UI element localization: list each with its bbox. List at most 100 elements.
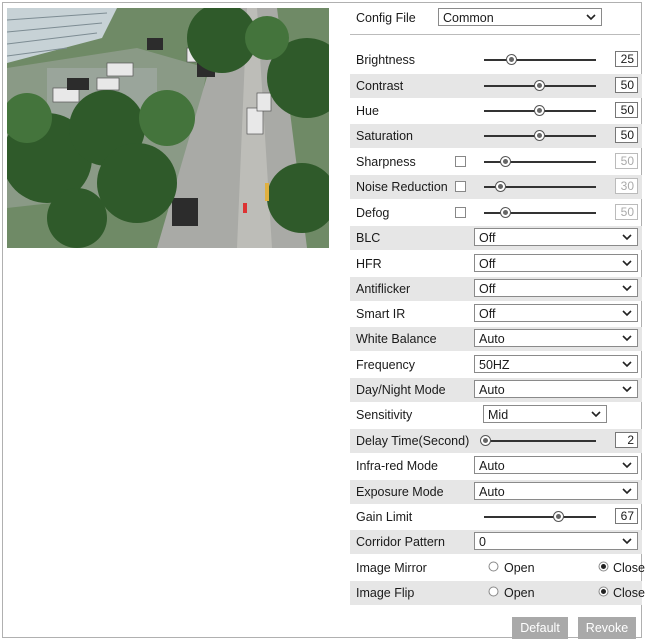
image-flip-open-label: Open xyxy=(504,586,535,600)
smart-ir-row: Smart IR Off xyxy=(350,302,642,326)
gain-limit-slider[interactable] xyxy=(484,511,596,522)
noise-reduction-slider-handle[interactable] xyxy=(494,181,506,192)
defog-checkbox[interactable] xyxy=(455,207,466,218)
defog-value[interactable]: 50 xyxy=(615,204,638,220)
hfr-select[interactable]: Off xyxy=(474,254,638,272)
saturation-slider-handle[interactable] xyxy=(534,130,545,141)
image-mirror-label: Image Mirror xyxy=(356,561,427,575)
smart-ir-select[interactable]: Off xyxy=(474,304,638,322)
blc-select[interactable]: Off xyxy=(474,228,638,246)
corridor-pattern-select[interactable]: 0 xyxy=(474,532,638,550)
saturation-slider[interactable] xyxy=(484,130,596,141)
hue-label: Hue xyxy=(356,104,379,118)
smart-ir-value: Off xyxy=(479,307,496,321)
image-mirror-close-radio[interactable] xyxy=(598,561,609,572)
sensitivity-label: Sensitivity xyxy=(356,408,413,422)
exposure-mode-row: Exposure Mode Auto xyxy=(350,480,642,504)
default-button[interactable]: Default xyxy=(512,617,568,639)
blc-row: BLC Off xyxy=(350,226,642,250)
day-night-mode-select[interactable]: Auto xyxy=(474,380,638,398)
sharpness-slider[interactable] xyxy=(484,156,596,167)
sharpness-slider-handle[interactable] xyxy=(500,156,512,167)
image-flip-open-radio[interactable] xyxy=(488,586,499,597)
noise-reduction-label: Noise Reduction xyxy=(356,180,448,194)
blc-value: Off xyxy=(479,231,496,245)
gain-limit-value[interactable]: 67 xyxy=(615,508,638,524)
gain-limit-row: Gain Limit 67 xyxy=(350,505,642,529)
config-file-label: Config File xyxy=(356,11,416,25)
noise-reduction-checkbox[interactable] xyxy=(455,181,466,192)
chevron-down-icon xyxy=(620,305,634,321)
antiflicker-value: Off xyxy=(479,282,496,296)
antiflicker-row: Antiflicker Off xyxy=(350,277,642,301)
chevron-down-icon xyxy=(620,229,634,245)
delay-time-value[interactable]: 2 xyxy=(615,432,638,448)
chevron-down-icon xyxy=(589,406,603,422)
revoke-button[interactable]: Revoke xyxy=(578,617,636,639)
image-mirror-open-label: Open xyxy=(504,561,535,575)
image-flip-close-label: Close xyxy=(613,586,645,600)
brightness-slider[interactable] xyxy=(484,54,596,65)
image-flip-close-radio[interactable] xyxy=(598,586,609,597)
antiflicker-label: Antiflicker xyxy=(356,282,411,296)
hue-slider-handle[interactable] xyxy=(534,105,545,116)
contrast-slider-handle[interactable] xyxy=(534,80,545,91)
gain-limit-slider-handle[interactable] xyxy=(553,511,565,522)
frequency-value: 50HZ xyxy=(479,358,510,372)
chevron-down-icon xyxy=(584,9,598,25)
separator xyxy=(350,34,640,35)
white-balance-select[interactable]: Auto xyxy=(474,329,638,347)
defog-slider[interactable] xyxy=(484,207,596,218)
day-night-mode-label: Day/Night Mode xyxy=(356,383,446,397)
saturation-value[interactable]: 50 xyxy=(615,127,638,143)
sharpness-checkbox[interactable] xyxy=(455,156,466,167)
contrast-label: Contrast xyxy=(356,79,404,93)
config-file-value: Common xyxy=(443,11,494,25)
chevron-down-icon xyxy=(620,280,634,296)
corridor-pattern-label: Corridor Pattern xyxy=(356,535,445,549)
chevron-down-icon xyxy=(620,255,634,271)
antiflicker-select[interactable]: Off xyxy=(474,279,638,297)
noise-reduction-value[interactable]: 30 xyxy=(615,178,638,194)
exposure-mode-select[interactable]: Auto xyxy=(474,482,638,500)
delay-time-slider[interactable] xyxy=(480,435,596,446)
frequency-select[interactable]: 50HZ xyxy=(474,355,638,373)
infra-red-mode-label: Infra-red Mode xyxy=(356,459,438,473)
hfr-row: HFR Off xyxy=(350,252,642,276)
defog-slider-handle[interactable] xyxy=(500,207,512,218)
corridor-pattern-row: Corridor Pattern 0 xyxy=(350,530,642,554)
saturation-label: Saturation xyxy=(356,129,413,143)
contrast-slider[interactable] xyxy=(484,80,596,91)
chevron-down-icon xyxy=(620,533,634,549)
delay-time-slider-handle[interactable] xyxy=(480,435,492,446)
saturation-row: Saturation 50 xyxy=(350,124,642,148)
delay-time-label: Delay Time(Second) xyxy=(356,434,470,448)
brightness-label: Brightness xyxy=(356,53,416,67)
camera-preview xyxy=(7,8,329,248)
white-balance-value: Auto xyxy=(479,332,505,346)
image-mirror-open-radio[interactable] xyxy=(488,561,499,572)
noise-reduction-slider[interactable] xyxy=(484,181,596,192)
hue-slider[interactable] xyxy=(484,105,596,116)
blc-label: BLC xyxy=(356,231,381,245)
brightness-value[interactable]: 25 xyxy=(615,51,638,67)
defog-label: Defog xyxy=(356,206,390,220)
sensitivity-select[interactable]: Mid xyxy=(483,405,607,423)
config-file-select[interactable]: Common xyxy=(438,8,602,26)
contrast-value[interactable]: 50 xyxy=(615,77,638,93)
corridor-pattern-value: 0 xyxy=(479,535,486,549)
infra-red-mode-select[interactable]: Auto xyxy=(474,456,638,474)
hue-value[interactable]: 50 xyxy=(615,102,638,118)
exposure-mode-value: Auto xyxy=(479,485,505,499)
chevron-down-icon xyxy=(620,483,634,499)
gain-limit-label: Gain Limit xyxy=(356,510,413,524)
exposure-mode-label: Exposure Mode xyxy=(356,485,444,499)
chevron-down-icon xyxy=(620,381,634,397)
chevron-down-icon xyxy=(620,356,634,372)
config-file-row: Config File Common xyxy=(350,7,642,29)
sharpness-value[interactable]: 50 xyxy=(615,153,638,169)
hue-row: Hue 50 xyxy=(350,99,642,123)
image-mirror-close-label: Close xyxy=(613,561,645,575)
brightness-slider-handle[interactable] xyxy=(506,54,517,65)
infra-red-mode-value: Auto xyxy=(479,459,505,473)
